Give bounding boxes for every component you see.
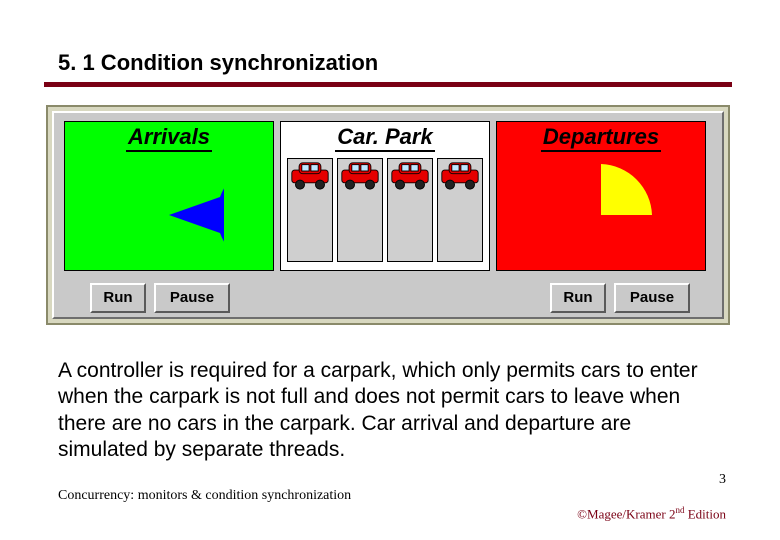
- copyright-suffix: Edition: [684, 506, 726, 521]
- panel-arrivals-title: Arrivals: [65, 124, 273, 152]
- car-icon: [340, 161, 380, 192]
- carpark-slot: [437, 158, 483, 262]
- slide-heading: 5. 1 Condition synchronization: [58, 50, 378, 76]
- arrivals-pie-icon: [114, 162, 224, 268]
- applet-inner: Arrivals Car. Park: [52, 111, 724, 319]
- car-icon: [440, 161, 480, 192]
- panel-carpark-title: Car. Park: [281, 124, 489, 152]
- carpark-slot: [387, 158, 433, 262]
- panel-arrivals: Arrivals: [64, 121, 274, 271]
- panel-departures-title: Departures: [497, 124, 705, 152]
- body-text: A controller is required for a carpark, …: [58, 358, 726, 463]
- car-icon: [390, 161, 430, 192]
- departures-pie-icon: [546, 162, 656, 268]
- panel-carpark: Car. Park: [280, 121, 490, 271]
- copyright: ©Magee/Kramer 2nd Edition: [577, 505, 726, 522]
- panel-departures: Departures: [496, 121, 706, 271]
- slide: 5. 1 Condition synchronization Arrivals …: [0, 0, 780, 540]
- page-number: 3: [719, 472, 726, 488]
- footer-left: Concurrency: monitors & condition synchr…: [58, 488, 351, 504]
- applet-frame: Arrivals Car. Park: [46, 105, 730, 325]
- carpark-slot: [287, 158, 333, 262]
- car-icon: [290, 161, 330, 192]
- copyright-prefix: ©Magee/Kramer: [577, 506, 669, 521]
- panel-arrivals-title-text: Arrivals: [126, 124, 212, 152]
- heading-rule: [44, 82, 732, 87]
- arrivals-run-button[interactable]: Run: [90, 283, 146, 313]
- departures-run-button[interactable]: Run: [550, 283, 606, 313]
- arrivals-pause-button[interactable]: Pause: [154, 283, 230, 313]
- carpark-slot: [337, 158, 383, 262]
- panel-carpark-title-text: Car. Park: [335, 124, 434, 152]
- carpark-slots: [287, 158, 483, 262]
- departures-pause-button[interactable]: Pause: [614, 283, 690, 313]
- panel-departures-title-text: Departures: [541, 124, 661, 152]
